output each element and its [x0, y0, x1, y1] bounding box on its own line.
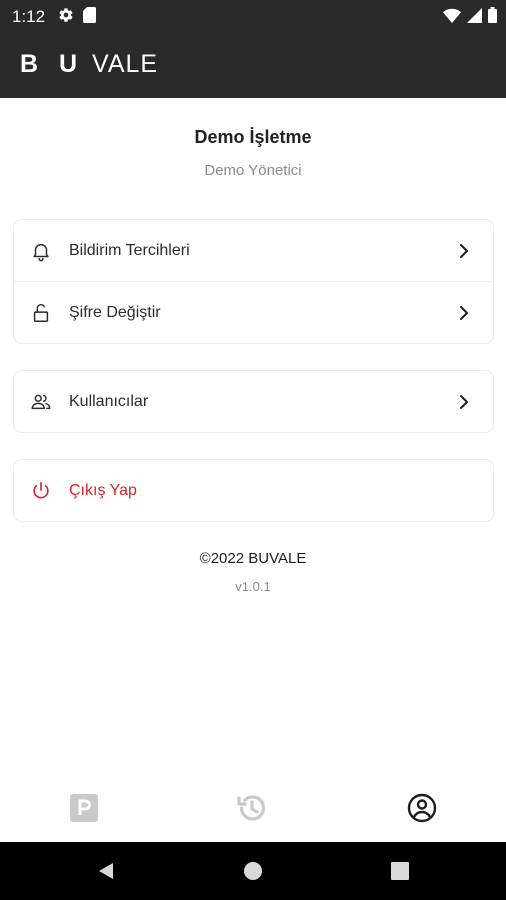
nav-tab-profile[interactable] [404, 792, 440, 828]
profile-name: Demo İşletme [194, 127, 312, 147]
recents-icon[interactable] [390, 861, 410, 881]
back-icon[interactable] [96, 861, 116, 881]
battery-icon [488, 7, 497, 28]
logout-label: Çıkış Yap [69, 481, 137, 499]
copyright-text: ©2022 BUVALE [199, 550, 307, 567]
sd-card-icon [83, 7, 96, 28]
power-icon [30, 480, 52, 502]
system-nav-bar [0, 842, 506, 900]
nav-tab-parking[interactable] [66, 792, 102, 828]
menu-item-label: Bildirim Tercihleri [69, 241, 190, 259]
users-card: Kullanıcılar [13, 370, 494, 433]
menu-item-change-password[interactable]: Şifre Değiştir [14, 281, 493, 343]
menu-item-label: Şifre Değiştir [69, 303, 161, 321]
bell-icon [30, 240, 52, 262]
nav-tab-history[interactable] [234, 792, 270, 828]
app-logo: B U VALE [20, 50, 158, 79]
chevron-right-icon [457, 305, 471, 321]
home-icon[interactable] [243, 861, 263, 881]
bottom-nav [0, 778, 506, 842]
version-text: v1.0.1 [235, 579, 271, 594]
chevron-right-icon [457, 243, 471, 259]
settings-icon [58, 7, 74, 28]
chevron-right-icon [457, 394, 471, 410]
app-bar: B U VALE [0, 32, 506, 98]
status-bar: 1:12 [0, 0, 506, 32]
signal-icon [467, 7, 482, 28]
logout-card: Çıkış Yap [13, 459, 494, 522]
menu-item-notification-preferences[interactable]: Bildirim Tercihleri [14, 220, 493, 281]
unlock-icon [30, 302, 52, 324]
menu-item-label: Kullanıcılar [69, 392, 149, 410]
logout-button[interactable]: Çıkış Yap [14, 460, 493, 521]
history-icon [235, 791, 269, 830]
users-icon [30, 391, 52, 413]
parking-icon [69, 793, 99, 828]
menu-item-users[interactable]: Kullanıcılar [14, 371, 493, 432]
logo-bold-text: B U [20, 50, 85, 78]
profile-icon [406, 792, 438, 829]
wifi-icon [443, 8, 461, 28]
logo-light-text: VALE [92, 50, 159, 78]
profile-role: Demo Yönetici [204, 162, 302, 179]
status-time: 1:12 [12, 7, 46, 26]
settings-card: Bildirim Tercihleri Şifre Değiştir [13, 219, 494, 344]
